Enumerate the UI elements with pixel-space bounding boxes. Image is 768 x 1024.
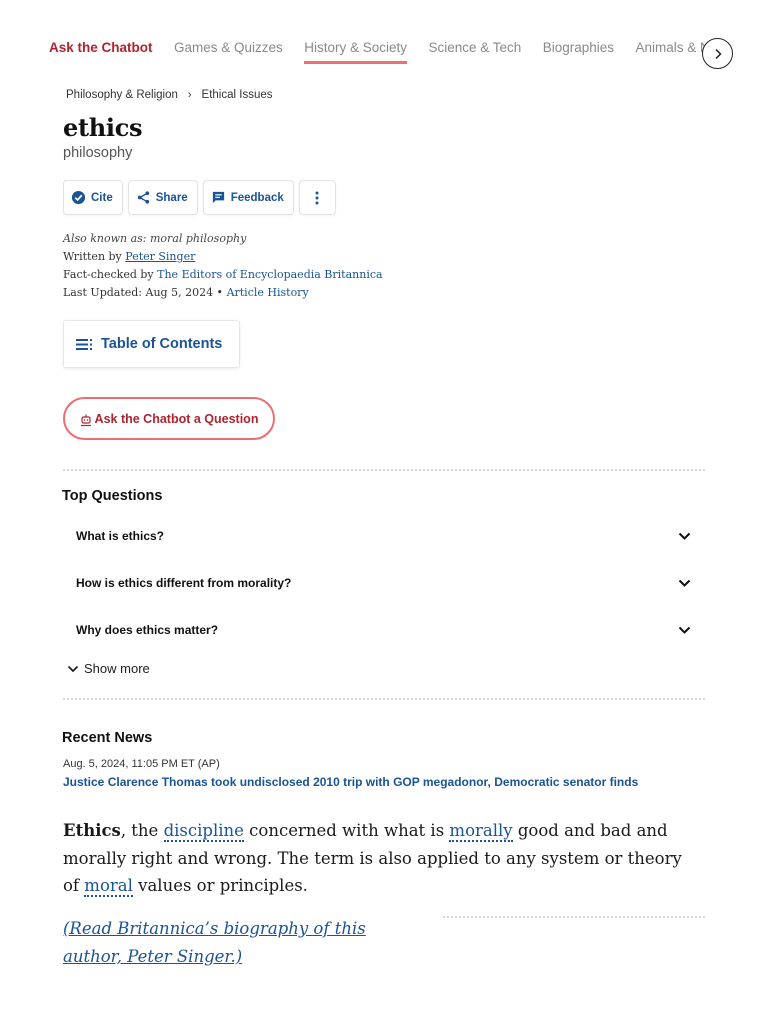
divider (63, 469, 705, 471)
chevron-down-icon (678, 579, 691, 587)
fact-checker-link[interactable]: The Editors of Encyclopaedia Britannica (157, 268, 382, 281)
chevron-down-icon (67, 665, 79, 672)
divider (63, 698, 705, 700)
news-headline-link[interactable]: Justice Clarence Thomas took undisclosed… (63, 775, 638, 789)
last-updated-label: Last Updated: Aug 5, 2024 • (63, 286, 224, 299)
author-link[interactable]: Peter Singer (125, 250, 195, 263)
breadcrumb-philosophy-religion[interactable]: Philosophy & Religion (66, 89, 178, 101)
article-intro-paragraph: Ethics, the discipline concerned with wh… (63, 817, 703, 900)
breadcrumb-separator-icon: › (187, 89, 192, 101)
feedback-button[interactable]: Feedback (202, 180, 294, 215)
question-label: Why does ethics matter? (76, 623, 219, 637)
breadcrumb: Philosophy & Religion › Ethical Issues (66, 89, 273, 101)
share-button[interactable]: Share (127, 180, 198, 215)
intro-text-part: concerned with what is (243, 821, 450, 840)
nav-item-biographies[interactable]: Biographies (543, 40, 614, 61)
top-questions-heading: Top Questions (62, 488, 163, 504)
table-of-contents-button[interactable]: Table of Contents (63, 320, 240, 368)
nav-item-history-society[interactable]: History & Society (304, 40, 407, 64)
more-options-button[interactable] (298, 180, 336, 215)
verified-badge-icon (71, 190, 86, 205)
show-more-button[interactable]: Show more (67, 661, 150, 676)
cite-button[interactable]: Cite (63, 180, 123, 215)
written-by: Written by Peter Singer (63, 248, 383, 266)
show-more-label: Show more (84, 661, 150, 676)
link-morally[interactable]: morally (449, 821, 513, 842)
also-known-as: Also known as: moral philosophy (63, 232, 247, 245)
intro-text-part: , the (120, 821, 164, 840)
link-discipline[interactable]: discipline (163, 821, 244, 842)
term-ethics: Ethics (63, 821, 121, 840)
chevron-right-icon (714, 48, 722, 59)
written-by-label: Written by (63, 250, 122, 263)
nav-item-animals-nature[interactable]: Animals & Nature (635, 40, 709, 61)
list-icon (76, 338, 92, 350)
fact-checked-label: Fact-checked by (63, 268, 154, 281)
intro-text-part: values or principles. (132, 876, 308, 895)
article-actions: Cite Share Feedback (63, 180, 336, 215)
feedback-icon (212, 191, 224, 204)
article-meta: Also known as: moral philosophy Written … (63, 230, 383, 302)
article-history-link[interactable]: Article History (227, 286, 309, 299)
page-title: ethics (63, 113, 143, 142)
question-ethics-vs-morality[interactable]: How is ethics different from morality? (76, 570, 691, 596)
news-date: Aug. 5, 2024, 11:05 PM ET (AP) (63, 758, 220, 770)
feedback-label: Feedback (230, 191, 284, 204)
chevron-down-icon (678, 532, 691, 540)
page-subtitle: philosophy (63, 145, 133, 161)
ask-chatbot-question-button[interactable]: Ask the Chatbot a Question (63, 397, 275, 440)
nav-item-ask-the-chatbot[interactable]: Ask the Chatbot (49, 40, 153, 61)
link-moral[interactable]: moral (84, 876, 133, 897)
question-why-ethics-matters[interactable]: Why does ethics matter? (76, 617, 691, 643)
nav-next-button[interactable] (702, 38, 733, 69)
question-what-is-ethics[interactable]: What is ethics? (76, 523, 691, 549)
more-vertical-icon (315, 191, 319, 204)
author-biography-link[interactable]: (Read Britannica’s biography of this aut… (63, 915, 423, 971)
last-updated: Last Updated: Aug 5, 2024 • Article Hist… (63, 284, 383, 302)
question-label: How is ethics different from morality? (76, 576, 292, 590)
breadcrumb-ethical-issues[interactable]: Ethical Issues (202, 89, 273, 101)
share-icon (137, 191, 149, 204)
chatbot-question-label: Ask the Chatbot a Question (94, 411, 259, 426)
chatbot-icon (80, 414, 91, 426)
chevron-down-icon (678, 626, 691, 634)
nav-item-science-tech[interactable]: Science & Tech (428, 40, 521, 61)
toc-label: Table of Contents (101, 336, 223, 352)
divider (443, 916, 705, 918)
nav-items: Ask the Chatbot Games & Quizzes History … (49, 40, 709, 68)
share-label: Share (155, 191, 188, 204)
top-navigation: Ask the Chatbot Games & Quizzes History … (0, 0, 768, 100)
recent-news-heading: Recent News (62, 730, 153, 746)
fact-checked-by: Fact-checked by The Editors of Encyclopa… (63, 266, 383, 284)
nav-item-games-quizzes[interactable]: Games & Quizzes (174, 40, 283, 61)
question-label: What is ethics? (76, 529, 165, 543)
cite-label: Cite (91, 191, 113, 204)
